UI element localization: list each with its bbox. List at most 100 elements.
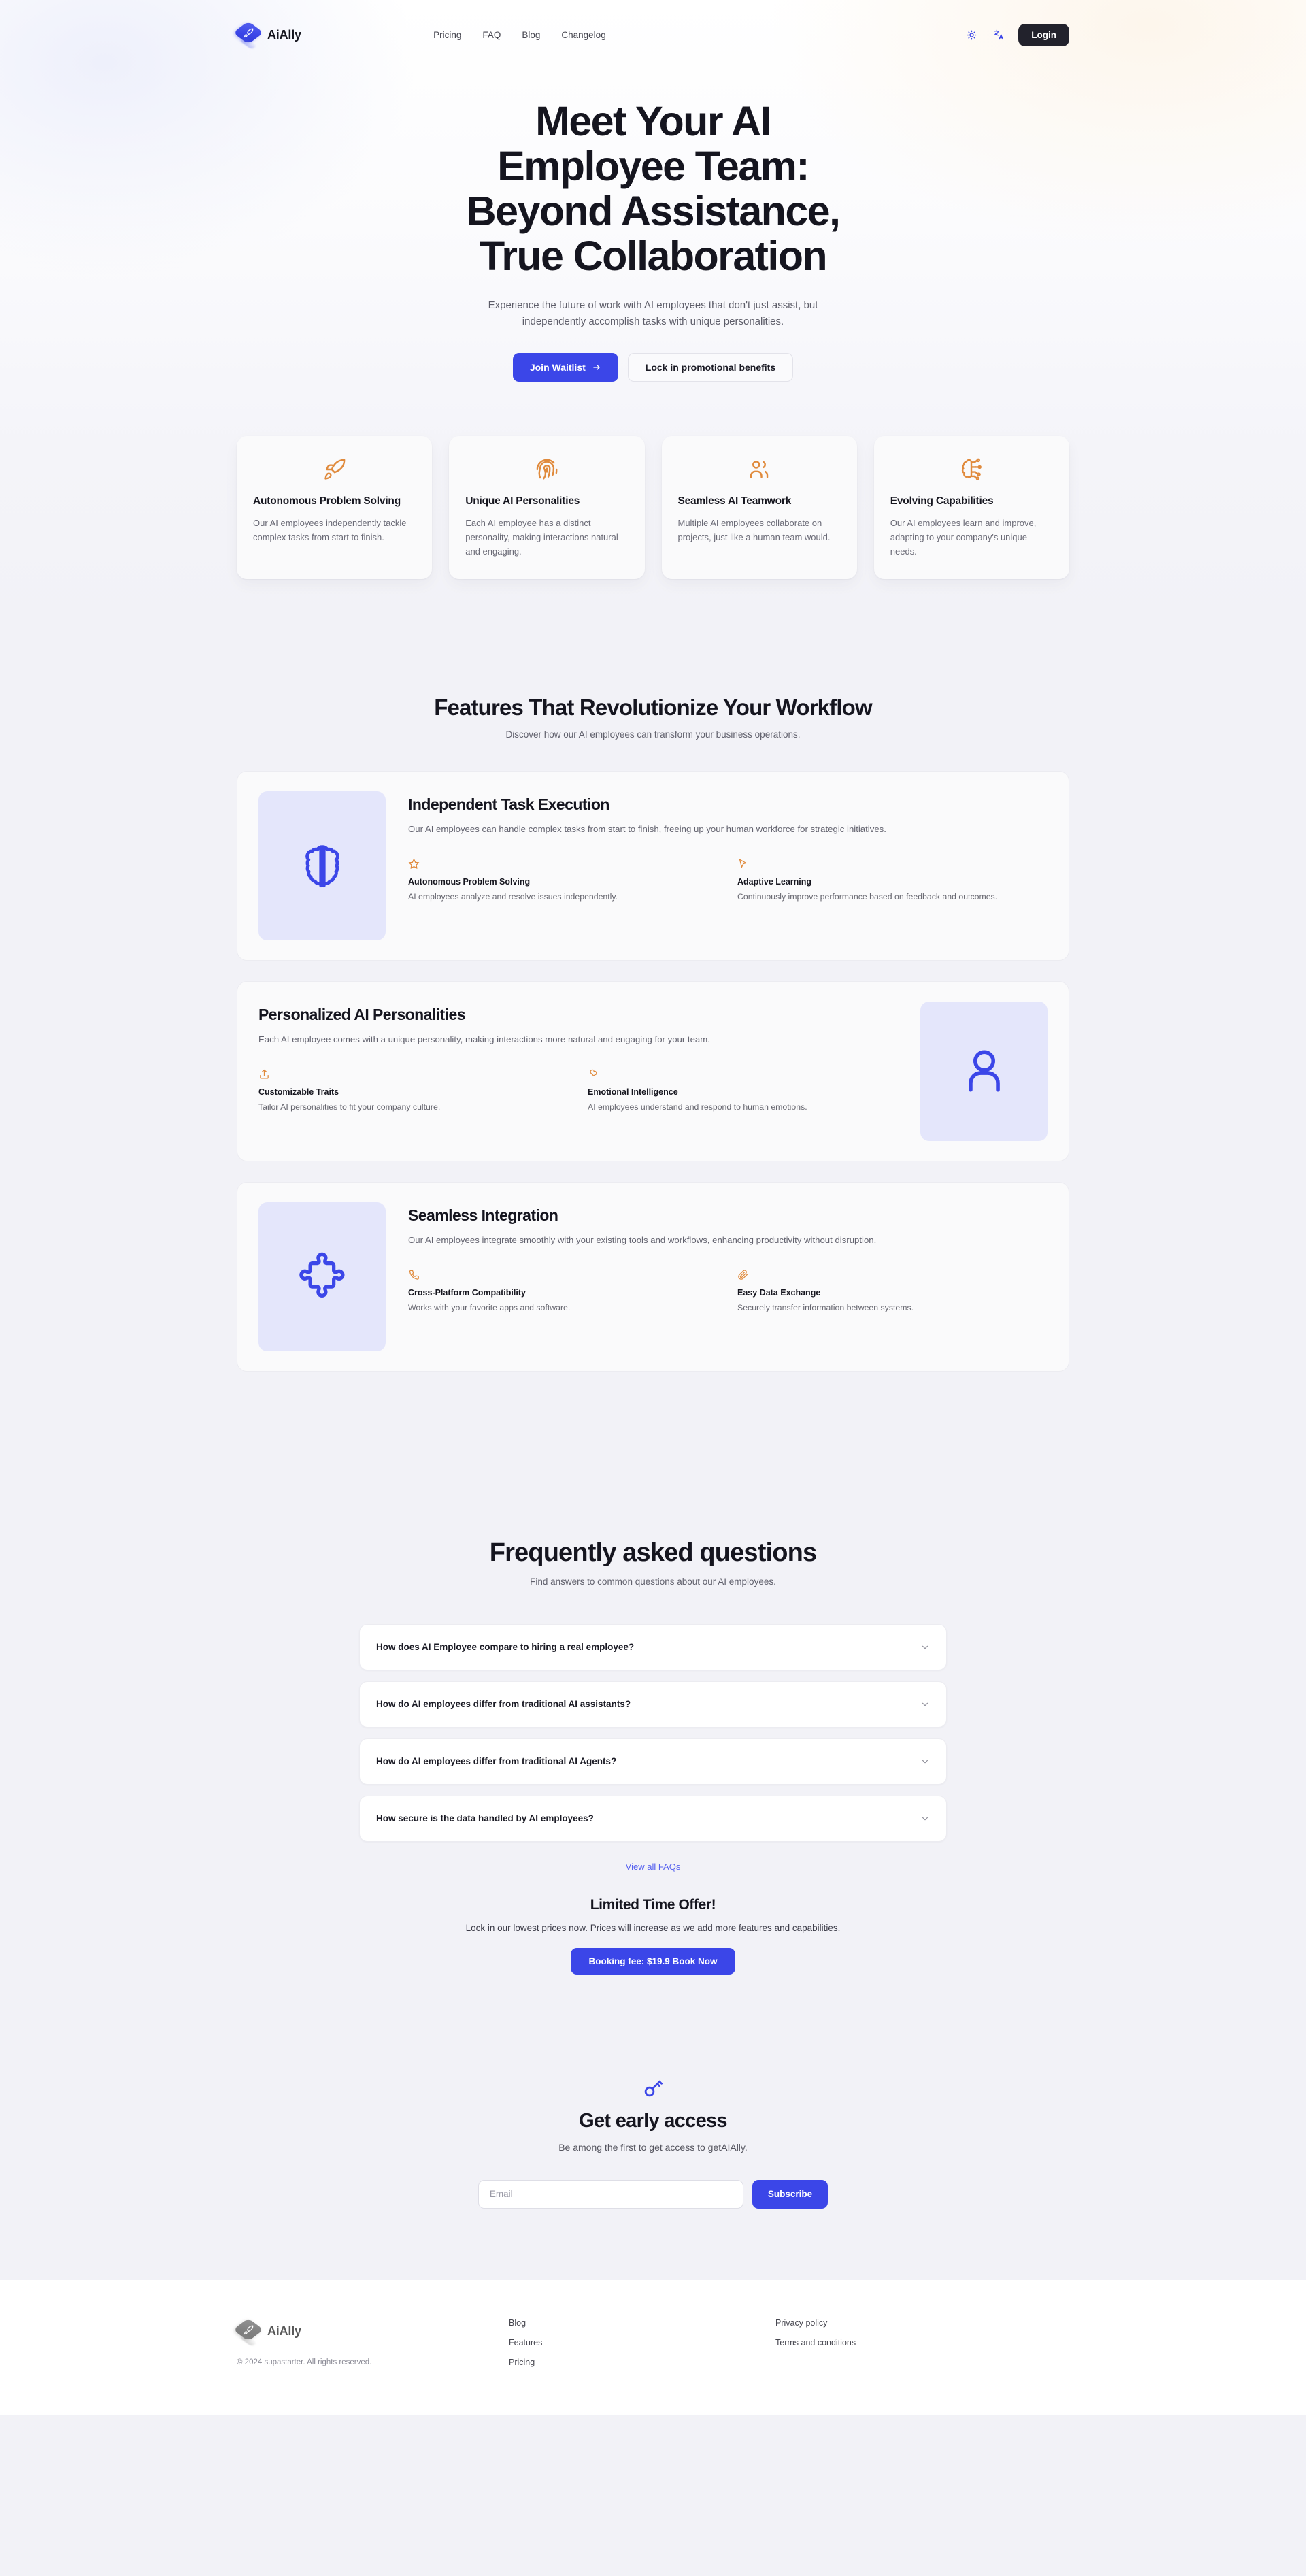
benefit-desc: Multiple AI employees collaborate on pro… bbox=[677, 517, 831, 542]
feature-subitem-desc: AI employees analyze and resolve issues … bbox=[408, 892, 618, 902]
chevron-down-icon[interactable] bbox=[920, 1700, 930, 1709]
hero-section: AiAlly Pricing FAQ Blog Changelog Login … bbox=[0, 0, 1306, 627]
join-waitlist-button[interactable]: Join Waitlist bbox=[512, 353, 618, 382]
phone-icon bbox=[408, 1266, 718, 1281]
arrow-right-icon bbox=[593, 364, 600, 371]
faq-question: How does AI Employee compare to hiring a… bbox=[376, 1642, 635, 1653]
rocket-diamond-logo-icon bbox=[233, 2317, 264, 2347]
faq-question: How do AI employees differ from traditio… bbox=[376, 1756, 617, 1767]
rocket-icon bbox=[253, 454, 416, 485]
faq-question: How do AI employees differ from traditio… bbox=[376, 1699, 631, 1710]
user-icon bbox=[920, 1001, 1048, 1141]
faq-title: Frequently asked questions bbox=[489, 1538, 817, 1567]
offer-title: Limited Time Offer! bbox=[590, 1896, 716, 1913]
footer-link-blog[interactable]: Blog bbox=[509, 2318, 775, 2328]
subscribe-button[interactable]: Subscribe bbox=[752, 2179, 828, 2209]
join-waitlist-label: Join Waitlist bbox=[529, 362, 586, 374]
nav-item-changelog[interactable]: Changelog bbox=[561, 30, 605, 40]
nav-item-pricing[interactable]: Pricing bbox=[433, 30, 461, 40]
feature-subitem: Cross-Platform Compatibility Works with … bbox=[408, 1266, 718, 1315]
feature-subitem-title: Adaptive Learning bbox=[737, 877, 812, 887]
benefit-cards: Autonomous Problem Solving Our AI employ… bbox=[0, 382, 1306, 579]
footer-links-column-a: Blog Features Pricing bbox=[509, 2318, 775, 2367]
footer-link-features[interactable]: Features bbox=[509, 2338, 775, 2347]
footer-link-privacy-policy[interactable]: Privacy policy bbox=[775, 2318, 856, 2328]
hero-subtitle: Experience the future of work with AI em… bbox=[488, 299, 818, 327]
login-button[interactable]: Login bbox=[1018, 23, 1069, 46]
feature-title: Seamless Integration bbox=[408, 1206, 558, 1224]
feature-subitem: Easy Data Exchange Securely transfer inf… bbox=[737, 1266, 1048, 1315]
feature-desc: Our AI employees integrate smoothly with… bbox=[408, 1234, 877, 1245]
lock-promo-benefits-button[interactable]: Lock in promotional benefits bbox=[627, 353, 794, 382]
feature-subitems: Cross-Platform Compatibility Works with … bbox=[408, 1266, 1048, 1315]
brand-name: AiAlly bbox=[267, 27, 301, 42]
offer-desc: Lock in our lowest prices now. Prices wi… bbox=[465, 1922, 841, 1933]
brain-circuit-icon bbox=[890, 454, 1053, 485]
benefit-card: Seamless AI Teamwork Multiple AI employe… bbox=[661, 436, 857, 579]
landing-page: AiAlly Pricing FAQ Blog Changelog Login … bbox=[0, 0, 1306, 2576]
subscribe-form: Subscribe bbox=[237, 2179, 1069, 2209]
faq-item[interactable]: How does AI Employee compare to hiring a… bbox=[359, 1623, 947, 1670]
early-access-title: Get early access bbox=[579, 2109, 727, 2132]
site-header: AiAlly Pricing FAQ Blog Changelog Login bbox=[0, 0, 1306, 69]
hero-content: Meet Your AI Employee Team: Beyond Assis… bbox=[0, 69, 1306, 382]
feature-subitem-desc: Securely transfer information between sy… bbox=[737, 1303, 914, 1313]
fingerprint-icon bbox=[465, 454, 628, 485]
benefit-card: Autonomous Problem Solving Our AI employ… bbox=[237, 436, 433, 579]
feature-card: Seamless Integration Our AI employees in… bbox=[237, 1181, 1069, 1372]
brand-logo-link[interactable]: AiAlly bbox=[233, 20, 301, 50]
feature-subitem: Autonomous Problem Solving AI employees … bbox=[408, 855, 718, 904]
footer-brand: AiAlly © 2024 supastarter. All rights re… bbox=[233, 2317, 509, 2366]
early-access-desc: Be among the first to get access to getA… bbox=[558, 2141, 748, 2153]
footer-link-terms[interactable]: Terms and conditions bbox=[775, 2338, 856, 2347]
feature-subitem: Customizable Traits Tailor AI personalit… bbox=[258, 1065, 569, 1114]
faq-item[interactable]: How secure is the data handled by AI emp… bbox=[359, 1795, 947, 1842]
faq-section: Frequently asked questions Find answers … bbox=[0, 1538, 1306, 1873]
feature-subitem-title: Cross-Platform Compatibility bbox=[408, 1288, 526, 1298]
footer-brand-link[interactable]: AiAlly bbox=[233, 2317, 509, 2347]
faq-item[interactable]: How do AI employees differ from traditio… bbox=[359, 1681, 947, 1728]
feature-subitem-title: Autonomous Problem Solving bbox=[408, 877, 531, 887]
translate-icon[interactable] bbox=[991, 27, 1006, 42]
feature-subitem-desc: Tailor AI personalities to fit your comp… bbox=[258, 1102, 441, 1112]
feature-desc: Each AI employee comes with a unique per… bbox=[258, 1034, 710, 1044]
feature-subitems: Customizable Traits Tailor AI personalit… bbox=[258, 1065, 898, 1114]
features-subtitle: Discover how our AI employees can transf… bbox=[505, 729, 801, 740]
benefit-title: Unique AI Personalities bbox=[465, 495, 580, 508]
footer-links-column-b: Privacy policy Terms and conditions bbox=[775, 2318, 856, 2347]
footer-link-pricing[interactable]: Pricing bbox=[509, 2358, 775, 2367]
feature-subitem-desc: Continuously improve performance based o… bbox=[737, 892, 998, 902]
heart-hand-icon bbox=[588, 1065, 898, 1080]
view-all-faqs-link[interactable]: View all FAQs bbox=[626, 1862, 681, 1872]
benefit-desc: Our AI employees learn and improve, adap… bbox=[890, 517, 1037, 557]
faq-item[interactable]: How do AI employees differ from traditio… bbox=[359, 1738, 947, 1785]
benefit-title: Evolving Capabilities bbox=[890, 495, 994, 508]
users-icon bbox=[678, 454, 841, 485]
feature-card: Independent Task Execution Our AI employ… bbox=[237, 770, 1069, 961]
sun-icon[interactable] bbox=[964, 27, 979, 42]
faq-subtitle: Find answers to common questions about o… bbox=[530, 1576, 776, 1587]
early-access-section: Get early access Be among the first to g… bbox=[0, 2077, 1306, 2280]
benefit-title: Autonomous Problem Solving bbox=[253, 495, 401, 508]
feature-subitem-title: Emotional Intelligence bbox=[588, 1087, 678, 1097]
nav-item-faq[interactable]: FAQ bbox=[482, 30, 501, 40]
paperclip-icon bbox=[737, 1266, 1048, 1281]
feature-body: Seamless Integration Our AI employees in… bbox=[408, 1202, 1048, 1316]
chevron-down-icon[interactable] bbox=[920, 1642, 930, 1652]
hero-cta-group: Join Waitlist Lock in promotional benefi… bbox=[0, 353, 1306, 382]
chevron-down-icon[interactable] bbox=[920, 1814, 930, 1823]
nav-item-blog[interactable]: Blog bbox=[522, 30, 540, 40]
feature-body: Independent Task Execution Our AI employ… bbox=[408, 791, 1048, 905]
book-now-button[interactable]: Booking fee: $19.9 Book Now bbox=[571, 1947, 735, 1975]
email-input[interactable] bbox=[478, 2179, 743, 2209]
rocket-diamond-logo-icon bbox=[233, 20, 264, 50]
benefit-card: Unique AI Personalities Each AI employee… bbox=[449, 436, 645, 579]
footer-copyright: © 2024 supastarter. All rights reserved. bbox=[237, 2358, 372, 2366]
feature-title: Personalized AI Personalities bbox=[258, 1005, 466, 1023]
chevron-down-icon[interactable] bbox=[920, 1757, 930, 1766]
feature-subitem: Adaptive Learning Continuously improve p… bbox=[737, 855, 1048, 904]
benefit-desc: Our AI employees independently tackle co… bbox=[253, 517, 407, 542]
benefit-title: Seamless AI Teamwork bbox=[677, 495, 792, 508]
feature-title: Independent Task Execution bbox=[408, 795, 609, 813]
feature-card: Personalized AI Personalities Each AI em… bbox=[237, 980, 1069, 1161]
